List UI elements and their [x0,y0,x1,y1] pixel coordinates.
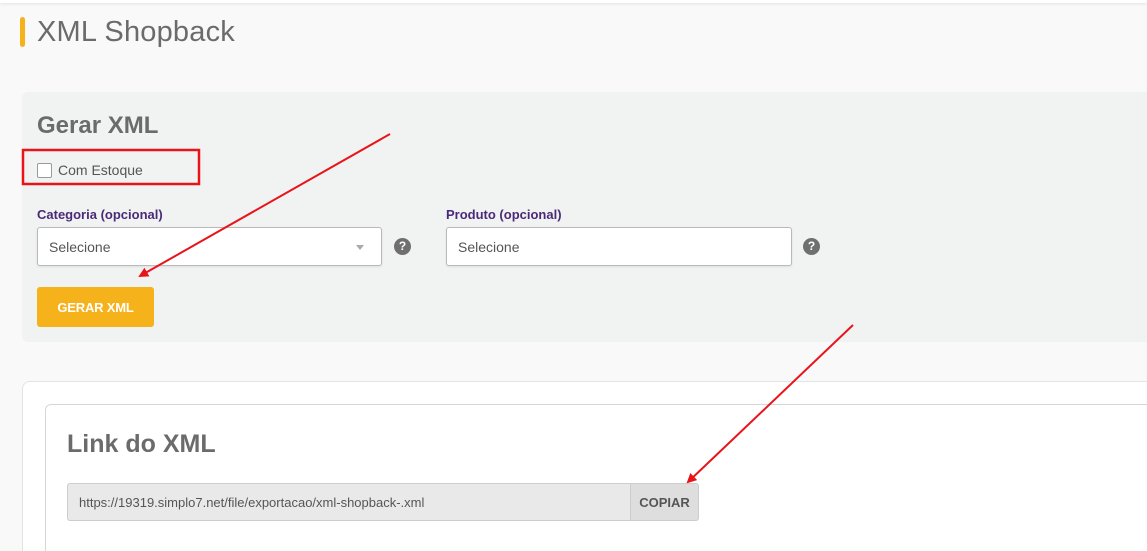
link-inner-card: Link do XML https://19319.simplo7.net/fi… [45,404,1147,551]
generate-section-title: Gerar XML [37,112,159,139]
category-select-value: Selecione [49,238,111,255]
generate-xml-button[interactable]: GERAR XML [37,287,154,327]
stock-checkbox-row[interactable]: Com Estoque [37,162,143,178]
copy-button[interactable]: COPIAR [630,483,699,521]
category-select[interactable]: Selecione [37,227,382,266]
title-accent-bar [20,17,25,47]
stock-checkbox[interactable] [37,162,52,178]
link-outer-card: Link do XML https://19319.simplo7.net/fi… [22,381,1147,551]
chevron-down-icon [356,245,364,250]
stock-checkbox-label: Com Estoque [58,162,143,178]
product-help-icon[interactable]: ? [803,238,820,255]
xml-link-field[interactable]: https://19319.simplo7.net/file/exportaca… [67,483,630,521]
page-header: XML Shopback [20,14,235,50]
category-label: Categoria (opcional) [37,207,163,222]
generate-xml-panel: Gerar XML Com Estoque Categoria (opciona… [22,92,1147,342]
product-label: Produto (opcional) [446,207,562,222]
top-bar [0,0,1147,3]
link-section-title: Link do XML [67,430,216,458]
category-help-icon[interactable]: ? [394,238,411,255]
page-title: XML Shopback [37,15,235,48]
product-input[interactable]: Selecione [446,227,792,266]
product-input-placeholder: Selecione [458,238,520,255]
